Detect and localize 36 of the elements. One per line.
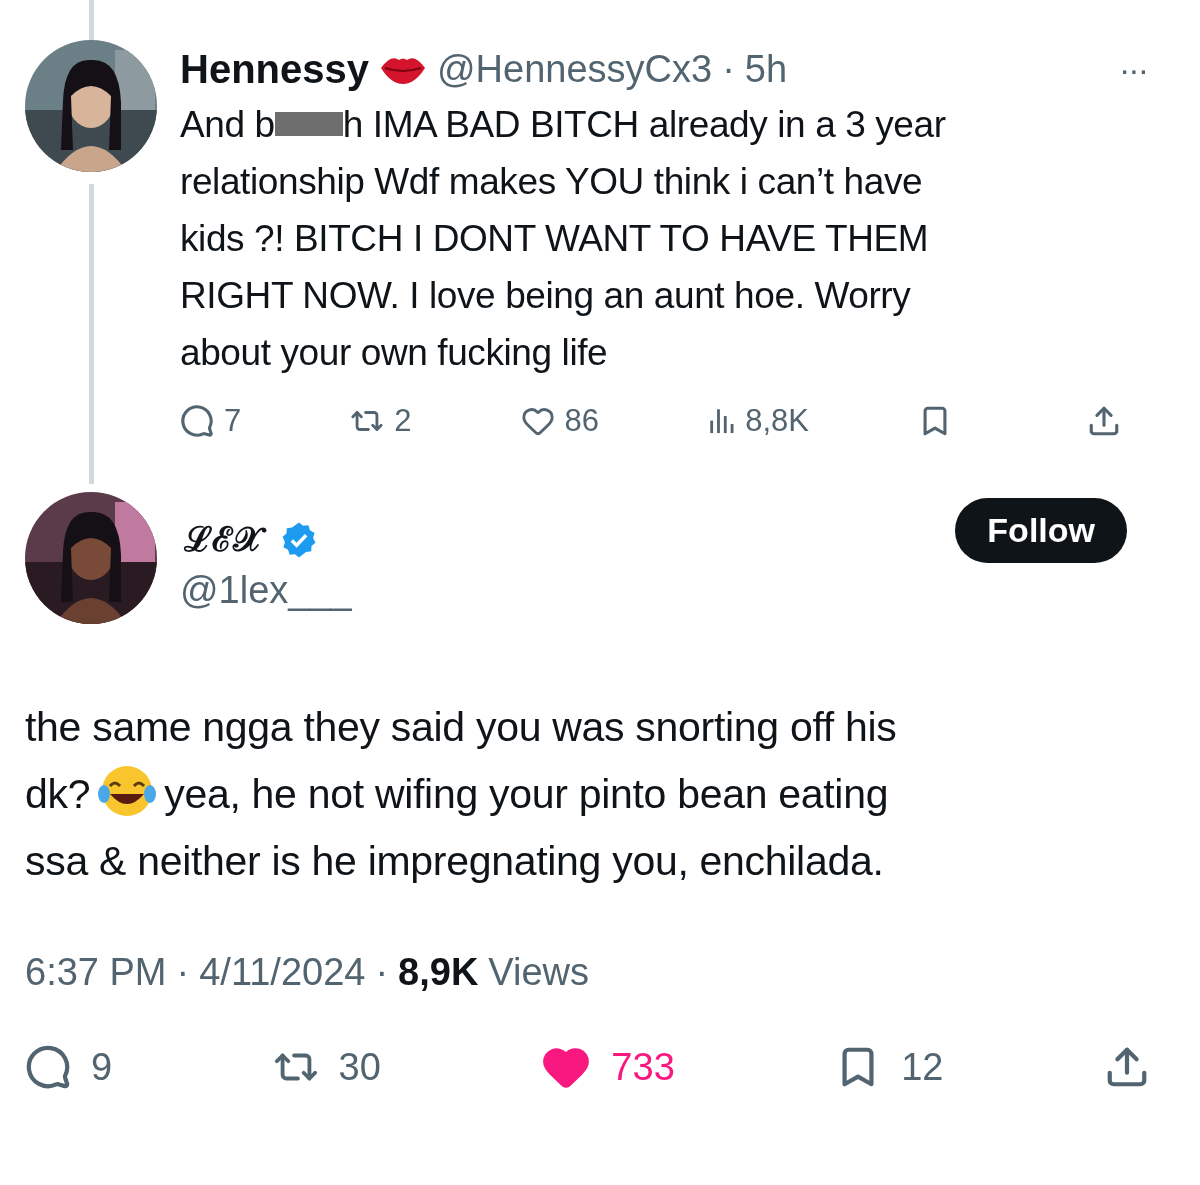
verified-badge-icon [280,520,318,559]
author-name[interactable]: ℒℰ𝒳 [180,514,270,565]
separator-dot: · [722,47,735,91]
author-name[interactable]: Hennessy [180,46,369,92]
post-text: ssa & neither is he impregnating you, enchilada. [25,838,884,884]
reply-icon[interactable] [25,1044,71,1090]
post-text: dk? [25,771,91,817]
follow-button[interactable]: Follow [955,498,1127,563]
separator-dot: · [176,951,190,994]
post-text: h IMA BAD BITCH already in a 3 year [342,104,946,145]
views-count: 8,9K [398,951,479,994]
post-text: the same ngga they said you was snorting off his [25,704,897,750]
post-time: 6:37 PM [25,951,167,994]
action-count: 12 [901,1045,944,1089]
author-handle[interactable]: @1lex___ [180,569,933,612]
bar-chart-icon[interactable] [708,407,736,435]
post-text: And b [180,104,275,145]
author-handle[interactable]: @HennessyCx3 [437,47,713,91]
post-time: 5h [744,47,788,91]
action-count: 733 [611,1045,675,1089]
post-text: RIGHT NOW. I love being an aunt hoe. Worry [180,275,911,316]
action-count: 86 [564,403,599,439]
reply-icon[interactable] [180,404,214,438]
views-label: Views [488,951,590,994]
action-count: 8,8K [745,403,809,439]
post-text: relationship Wdf makes YOU think i can’t have [180,161,923,202]
separator-dot: · [375,951,389,994]
action-count: 2 [394,403,412,439]
action-count: 7 [224,403,242,439]
post-date: 4/11/2024 [199,951,366,994]
more-options-button[interactable]: ··· [1119,49,1147,89]
action-count: 30 [338,1045,381,1089]
post-text: kids ?! BITCH I DONT WANT TO HAVE THEM [180,218,929,259]
post-text: about your own fucking life [180,332,608,373]
post-text: yea, he not wifing your pinto bean eating [164,771,889,817]
action-count: 9 [91,1045,113,1089]
